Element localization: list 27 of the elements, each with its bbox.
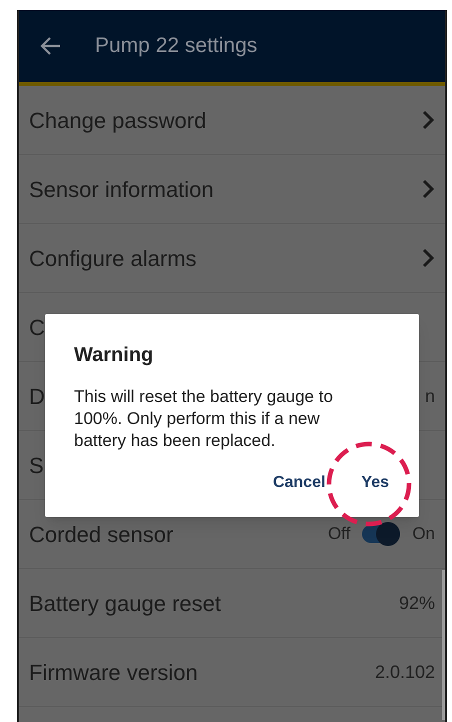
chevron-right-icon	[421, 247, 435, 269]
toggle-switch[interactable]	[362, 525, 400, 543]
setting-label: Change password	[29, 106, 206, 135]
setting-label: Battery gauge reset	[29, 590, 222, 618]
setting-label: C	[29, 314, 45, 342]
setting-label: Firmware version	[29, 658, 198, 686]
back-arrow-icon[interactable]	[39, 36, 61, 56]
setting-value: 2.0.102	[374, 660, 435, 684]
setting-label: S	[29, 452, 44, 480]
dialog-title: Warning	[74, 343, 154, 368]
settings-row[interactable]: Configure alarms	[19, 224, 445, 293]
chevron-right-icon	[421, 109, 435, 131]
setting-label: Corded sensor	[29, 520, 174, 548]
chevron-right-icon	[421, 178, 435, 200]
dialog-message: This will reset the battery gauge to 100%. Only perform this if a new battery has been replaced.	[74, 386, 334, 452]
dialog-button[interactable]: Yes	[361, 471, 389, 495]
setting-label: Sensor information	[29, 176, 214, 204]
on-label: On	[412, 523, 435, 546]
settings-row[interactable]: Sensor information	[19, 155, 445, 224]
settings-row[interactable]: Change password	[19, 86, 445, 155]
setting-value: 92%	[398, 592, 435, 614]
dialog-button[interactable]: Cancel	[272, 471, 326, 495]
off-label: Off	[328, 523, 350, 546]
setting-label: Configure alarms	[29, 244, 197, 273]
setting-label: D	[29, 382, 45, 410]
setting-value: n	[424, 384, 435, 408]
screen-title: Pump 22 settings	[95, 33, 258, 60]
